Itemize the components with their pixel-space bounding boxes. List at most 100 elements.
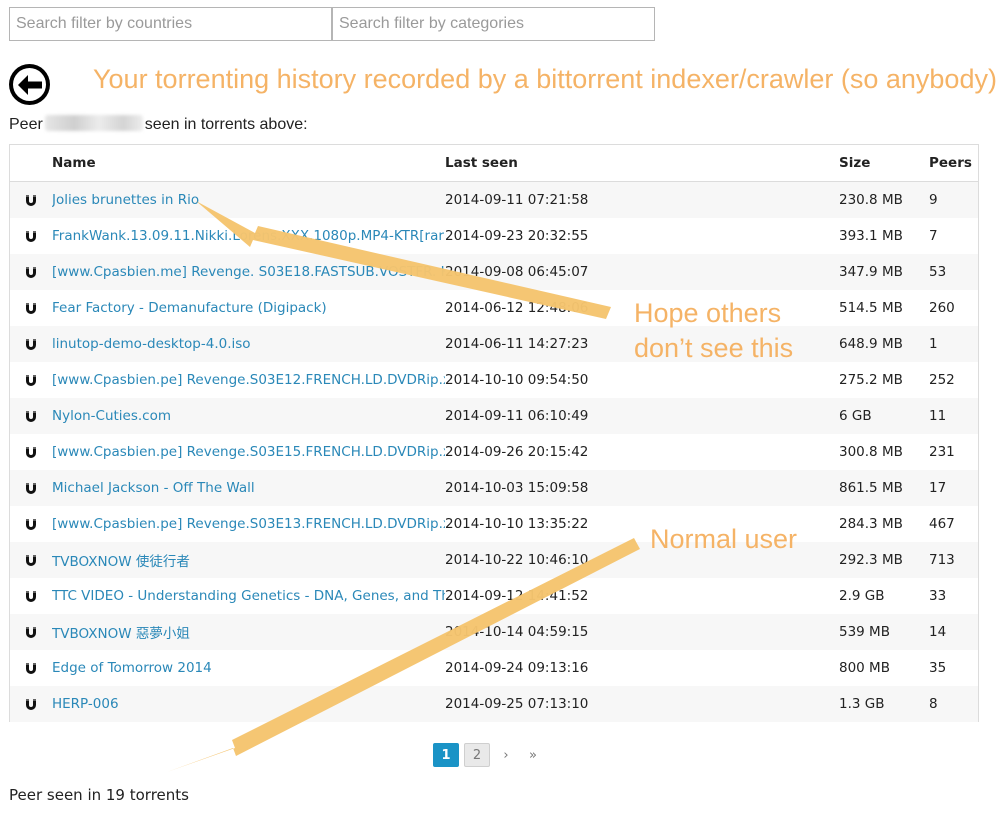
table-row: [www.Cpasbien.pe] Revenge.S03E15.FRENCH.… — [10, 434, 978, 470]
torrent-name-link[interactable]: TTC VIDEO - Understanding Genetics - DNA… — [52, 588, 445, 604]
annotation-title: Your torrenting history recorded by a bi… — [93, 64, 997, 94]
torrent-name-link[interactable]: TVBOXNOW 惡夢小姐 — [52, 626, 190, 642]
magnet-icon[interactable] — [10, 362, 52, 398]
magnet-icon[interactable] — [10, 254, 52, 290]
magnet-icon[interactable] — [10, 470, 52, 506]
table-row: TVBOXNOW 惡夢小姐 2014-10-14 04:59:15 539 MB 14 — [10, 614, 978, 650]
torrent-name-cell: Nylon-Cuties.com — [52, 398, 445, 434]
magnet-icon[interactable] — [10, 326, 52, 362]
peer-torrent-count: Peer seen in 19 torrents — [9, 786, 189, 804]
annotation-normal-user: Normal user — [650, 524, 798, 554]
magnet-icon[interactable] — [10, 542, 52, 578]
torrent-name-link[interactable]: Edge of Tomorrow 2014 — [52, 660, 212, 676]
magnet-icon[interactable] — [10, 218, 52, 254]
last-seen-cell: 2014-09-26 20:15:42 — [445, 444, 589, 460]
last-page-button[interactable]: » — [522, 743, 544, 767]
torrent-name-cell: Michael Jackson - Off The Wall — [52, 470, 445, 506]
size-cell: 1.3 GB — [839, 696, 885, 712]
header-last-seen[interactable]: Last seen — [445, 145, 839, 182]
magnet-icon[interactable] — [10, 578, 52, 614]
header-size[interactable]: Size — [839, 145, 929, 182]
peers-cell: 9 — [929, 192, 938, 208]
table-header-row: Name Last seen Size Peers — [10, 145, 978, 182]
table-row: [www.Cpasbien.me] Revenge. S03E18.FASTSU… — [10, 254, 978, 290]
magnet-icon[interactable] — [10, 650, 52, 686]
torrent-name-link[interactable]: [www.Cpasbien.me] Revenge. S03E18.FASTSU… — [52, 264, 445, 280]
pagination: 1 2 › » — [433, 743, 544, 767]
torrent-name-link[interactable]: Nylon-Cuties.com — [52, 408, 171, 424]
torrent-name-link[interactable]: TVBOXNOW 使徒行者 — [52, 554, 190, 570]
peers-cell: 713 — [929, 552, 955, 568]
torrent-name-cell: linutop-demo-desktop-4.0.iso — [52, 326, 445, 362]
size-cell: 2.9 GB — [839, 588, 885, 604]
torrent-name-link[interactable]: [www.Cpasbien.pe] Revenge.S03E15.FRENCH.… — [52, 444, 445, 460]
table-row: FrankWank.13.09.11.Nikki.Lorens.XXX.1080… — [10, 218, 978, 254]
magnet-icon[interactable] — [10, 434, 52, 470]
header-peers[interactable]: Peers — [929, 145, 978, 182]
page-2-button[interactable]: 2 — [464, 743, 490, 767]
size-cell: 6 GB — [839, 408, 872, 424]
torrent-name-cell: Jolies brunettes in Rio — [52, 182, 445, 219]
magnet-icon[interactable] — [10, 182, 52, 219]
peers-cell: 14 — [929, 624, 947, 640]
size-cell: 514.5 MB — [839, 300, 903, 316]
table-row: TTC VIDEO - Understanding Genetics - DNA… — [10, 578, 978, 614]
next-page-button[interactable]: › — [495, 743, 517, 767]
torrent-name-link[interactable]: Fear Factory - Demanufacture (Digipack) — [52, 300, 327, 316]
torrent-name-cell: TVBOXNOW 使徒行者 — [52, 542, 445, 578]
size-cell: 861.5 MB — [839, 480, 903, 496]
back-arrow-icon — [13, 68, 46, 101]
peers-cell: 11 — [929, 408, 947, 424]
size-cell: 230.8 MB — [839, 192, 903, 208]
torrent-name-link[interactable]: Jolies brunettes in Rio — [52, 192, 199, 208]
redacted-ip — [44, 115, 143, 131]
magnet-icon[interactable] — [10, 290, 52, 326]
peers-cell: 260 — [929, 300, 955, 316]
peer-caption-suffix: seen in torrents above: — [144, 116, 308, 133]
size-cell: 800 MB — [839, 660, 890, 676]
last-seen-cell: 2014-09-08 06:45:07 — [445, 264, 589, 280]
torrent-name-cell: Fear Factory - Demanufacture (Digipack) — [52, 290, 445, 326]
table-row: [www.Cpasbien.pe] Revenge.S03E13.FRENCH.… — [10, 506, 978, 542]
page-1-button[interactable]: 1 — [433, 743, 459, 767]
torrent-name-link[interactable]: linutop-demo-desktop-4.0.iso — [52, 336, 251, 352]
peers-cell: 252 — [929, 372, 955, 388]
magnet-icon[interactable] — [10, 506, 52, 542]
header-icon — [10, 145, 52, 182]
magnet-icon[interactable] — [10, 398, 52, 434]
table-row: TVBOXNOW 使徒行者 2014-10-22 10:46:10 292.3 MB… — [10, 542, 978, 578]
torrent-name-cell: [www.Cpasbien.pe] Revenge.S03E15.FRENCH.… — [52, 434, 445, 470]
torrent-name-link[interactable]: [www.Cpasbien.pe] Revenge.S03E13.FRENCH.… — [52, 516, 445, 532]
peers-cell: 7 — [929, 228, 938, 244]
torrent-name-link[interactable]: [www.Cpasbien.pe] Revenge.S03E12.FRENCH.… — [52, 372, 445, 388]
last-seen-cell: 2014-10-10 09:54:50 — [445, 372, 589, 388]
torrent-name-link[interactable]: FrankWank.13.09.11.Nikki.Lorens.XXX.1080… — [52, 228, 445, 244]
search-categories-input[interactable] — [332, 7, 655, 41]
back-button[interactable] — [9, 64, 50, 105]
table-row: Jolies brunettes in Rio 2014-09-11 07:21:… — [10, 181, 978, 219]
torrent-name-link[interactable]: Michael Jackson - Off The Wall — [52, 480, 255, 496]
table-row: Michael Jackson - Off The Wall 2014-10-03… — [10, 470, 978, 506]
magnet-icon[interactable] — [10, 686, 52, 722]
annotation-hope: Hope others don’t see this — [634, 298, 794, 363]
peer-caption-prefix: Peer — [9, 116, 43, 133]
search-countries-input[interactable] — [9, 7, 332, 41]
magnet-icon[interactable] — [10, 614, 52, 650]
size-cell: 284.3 MB — [839, 516, 903, 532]
last-seen-cell: 2014-09-25 07:13:10 — [445, 696, 589, 712]
header-name[interactable]: Name — [52, 145, 445, 182]
last-seen-cell: 2014-09-12 14:41:52 — [445, 588, 589, 604]
torrents-table: Name Last seen Size Peers Jolies brunett… — [9, 144, 979, 722]
peers-cell: 33 — [929, 588, 947, 604]
size-cell: 648.9 MB — [839, 336, 903, 352]
torrent-name-link[interactable]: HERP-006 — [52, 696, 119, 712]
table-row: [www.Cpasbien.pe] Revenge.S03E12.FRENCH.… — [10, 362, 978, 398]
size-cell: 300.8 MB — [839, 444, 903, 460]
last-seen-cell: 2014-09-11 06:10:49 — [445, 408, 589, 424]
table-row: Edge of Tomorrow 2014 2014-09-24 09:13:16… — [10, 650, 978, 686]
torrent-name-cell: Edge of Tomorrow 2014 — [52, 650, 445, 686]
last-seen-cell: 2014-09-24 09:13:16 — [445, 660, 589, 676]
peers-cell: 467 — [929, 516, 955, 532]
last-seen-cell: 2014-09-23 20:32:55 — [445, 228, 589, 244]
torrent-name-cell: HERP-006 — [52, 686, 445, 722]
